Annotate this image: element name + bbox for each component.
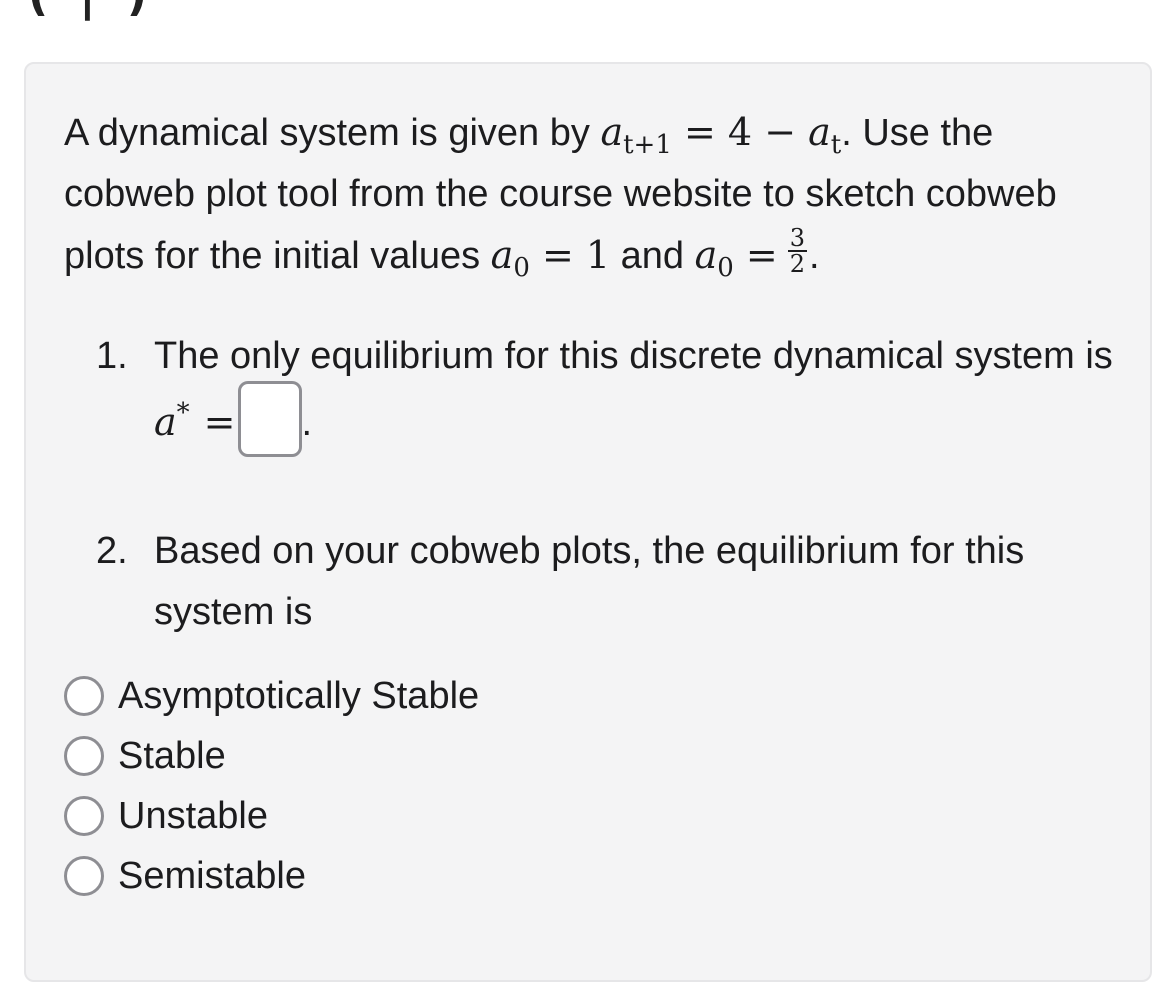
math-equals: = — [683, 110, 716, 154]
math-superscript: * — [176, 398, 190, 429]
radio-button[interactable] — [64, 736, 104, 776]
math-subscript: 0 — [513, 253, 530, 283]
question-parts-list: 1. The only equilibrium for this discret… — [96, 326, 1136, 643]
equilibrium-answer-input[interactable] — [237, 381, 302, 457]
stability-options: Asymptotically Stable Stable Unstable Se… — [64, 666, 479, 906]
math-subscript: 0 — [717, 253, 734, 283]
recurrence-equation: at+1 = 4 − at — [600, 110, 841, 158]
math-constant: 4 — [727, 110, 753, 154]
equilibrium-expression: a* = — [154, 400, 236, 444]
part-1-text: The only equilibrium for this discrete d… — [154, 335, 1113, 377]
math-var: a — [600, 110, 624, 154]
option-label: Unstable — [118, 794, 268, 837]
radio-button[interactable] — [64, 676, 104, 716]
option-label: Stable — [118, 734, 226, 777]
fraction: 32 — [787, 223, 808, 278]
option-label: Semistable — [118, 854, 306, 897]
math-var: a — [694, 233, 718, 277]
fraction-denominator: 2 — [789, 249, 806, 278]
option-label: Asymptotically Stable — [118, 674, 480, 717]
math-subscript: t+1 — [623, 130, 672, 160]
option-unstable[interactable]: Unstable — [64, 786, 479, 846]
option-asymptotically-stable[interactable]: Asymptotically Stable — [64, 666, 479, 726]
part-2-text: Based on your cobweb plots, the equilibr… — [154, 530, 1025, 633]
math-var: a — [808, 110, 831, 154]
intro-end: . — [809, 235, 820, 277]
math-equals: = — [203, 400, 236, 445]
initial-value-2: a0 = 3 2 — [694, 226, 809, 281]
part-2: 2. Based on your cobweb plots, the equil… — [96, 521, 1136, 643]
cutoff-header-text: ( | ) — [28, 0, 155, 21]
radio-button[interactable] — [64, 796, 104, 836]
math-equals: = — [745, 233, 778, 277]
math-minus: − — [764, 110, 797, 154]
intro-text-prefix: A dynamical system is given by — [64, 112, 601, 154]
option-semistable[interactable]: Semistable — [64, 846, 479, 906]
math-var: a — [154, 400, 177, 445]
option-stable[interactable]: Stable — [64, 726, 479, 786]
question-intro: A dynamical system is given by at+1 = 4 … — [64, 102, 1124, 287]
part-number: 2. — [96, 530, 128, 572]
part-number: 1. — [96, 335, 128, 377]
part-1-body: The only equilibrium for this discrete d… — [154, 326, 1136, 463]
fraction-numerator: 3 — [787, 223, 808, 252]
math-var: a — [490, 233, 514, 277]
part-1: 1. The only equilibrium for this discret… — [96, 326, 1136, 463]
math-subscript: t — [830, 130, 842, 160]
and-text: and — [610, 235, 695, 277]
initial-value-1: a0 = 1 — [490, 233, 611, 281]
radio-button[interactable] — [64, 856, 104, 896]
math-value: 1 — [585, 233, 611, 277]
part-1-end: . — [301, 402, 313, 445]
math-equals: = — [541, 233, 574, 277]
